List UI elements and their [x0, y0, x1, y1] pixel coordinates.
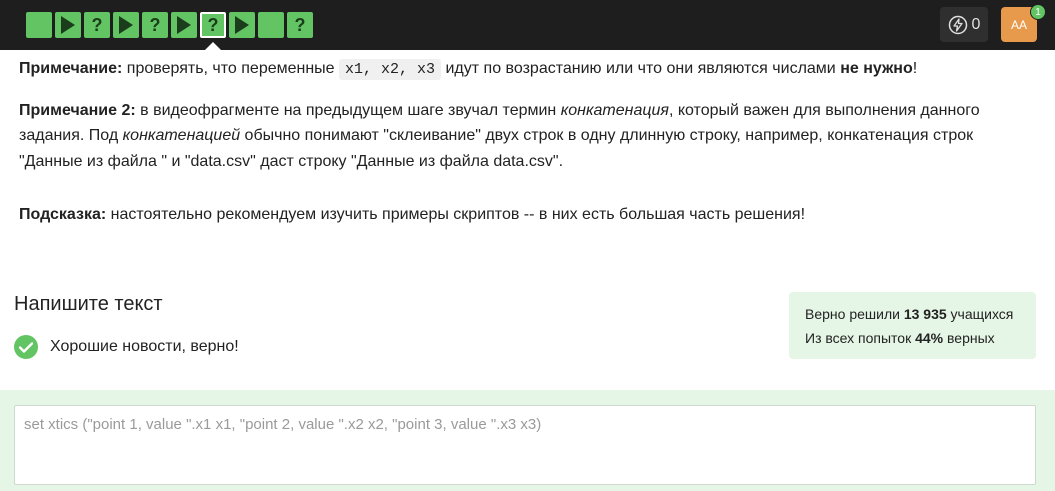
step-quiz-1[interactable]: ? — [84, 12, 110, 38]
avatar-initials: AA — [1010, 17, 1027, 32]
energy-button[interactable]: 0 — [940, 7, 988, 42]
solved-count: 13 935 — [903, 306, 947, 322]
note-2-term-2: конкатенацией — [122, 127, 241, 144]
notification-badge: 1 — [1030, 4, 1046, 20]
note-1: Примечание: проверять, что переменные x1… — [19, 56, 1029, 83]
question-icon: ? — [149, 15, 161, 35]
step-video-4[interactable] — [229, 12, 255, 38]
note-1-end: ! — [912, 60, 918, 77]
energy-count: 0 — [971, 15, 981, 33]
question-icon: ? — [294, 15, 306, 35]
step-video-1[interactable] — [55, 12, 81, 38]
step-quiz-3[interactable]: ? — [287, 12, 313, 38]
lesson-steps: ? ? ? ? — [26, 12, 313, 38]
note-2-term-1: конкатенация — [560, 101, 669, 119]
success-message: Хорошие новости, верно! — [14, 335, 239, 359]
step-video-3[interactable] — [171, 12, 197, 38]
answer-textarea[interactable]: set xtics ("point 1, value ".x1 x1, "poi… — [14, 405, 1036, 485]
note-1-text: проверять, что переменные — [122, 60, 340, 77]
hint-text: настоятельно рекомендуем изучить примеры… — [106, 206, 806, 223]
stats-attempts: Из всех попыток 44% верных — [805, 330, 995, 346]
step-text-1[interactable] — [26, 12, 52, 38]
task-title: Напишите текст — [14, 293, 163, 315]
note-1-label: Примечание: — [19, 60, 123, 77]
hint: Подсказка: настоятельно рекомендуем изуч… — [19, 202, 1029, 228]
step-content: Примечание: проверять, что переменные x1… — [19, 56, 1029, 243]
correct-percent: 44% — [915, 330, 944, 346]
lightning-icon — [948, 15, 967, 34]
hint-label: Подсказка: — [19, 206, 107, 223]
note-1-text-2: идут по возрастанию или что они являются… — [441, 60, 841, 77]
note-1-emphasis: не нужно — [840, 60, 913, 77]
step-video-2[interactable] — [113, 12, 139, 38]
step-quiz-current[interactable]: ? — [200, 12, 226, 38]
step-text-2[interactable] — [258, 12, 284, 38]
check-icon — [14, 335, 38, 359]
question-icon: ? — [91, 15, 103, 35]
play-icon — [119, 16, 133, 34]
step-quiz-2[interactable]: ? — [142, 12, 168, 38]
play-icon — [177, 16, 191, 34]
note-2: Примечание 2: в видеофрагменте на предыд… — [19, 98, 1029, 175]
note-2-text-1: в видеофрагменте на предыдущем шаге звуч… — [135, 101, 561, 119]
play-icon — [235, 16, 249, 34]
play-icon — [61, 16, 75, 34]
top-bar: ? ? ? ? 0 AA 1 — [0, 0, 1055, 50]
inline-code: x1, x2, x3 — [339, 59, 442, 80]
question-icon: ? — [207, 15, 219, 35]
note-2-label: Примечание 2: — [19, 101, 136, 119]
success-text: Хорошие новости, верно! — [50, 338, 239, 355]
stats-solved: Верно решили 13 935 учащихся — [805, 306, 1014, 322]
stats-panel: Верно решили 13 935 учащихся Из всех поп… — [789, 292, 1036, 359]
